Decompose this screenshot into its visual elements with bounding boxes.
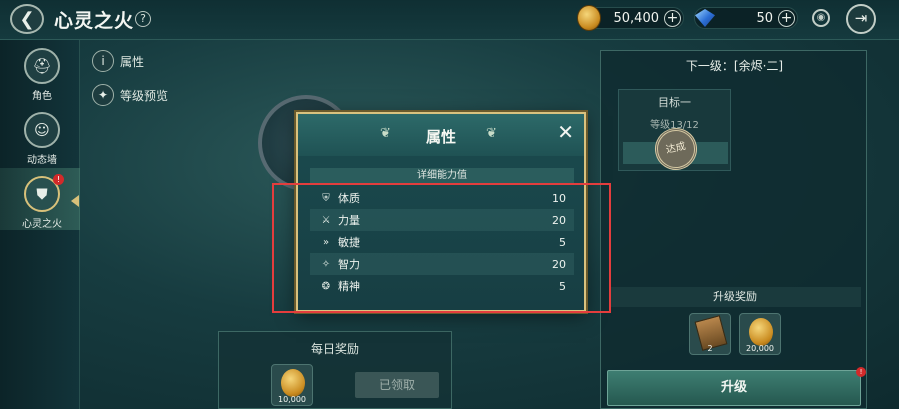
- next-level-title: 下一级：[余烬·二]: [685, 59, 784, 73]
- upgrade-button[interactable]: 升级: [607, 370, 861, 406]
- stat-value: 5: [559, 279, 566, 293]
- add-gold-button[interactable]: +: [664, 10, 681, 27]
- daily-reward-title: 每日奖励: [310, 342, 359, 356]
- attributes-modal: ❦ 属性 ❦ ✕ 详细能力值 ⛨ 体质 10 ⚔ 力量 20 » 敏捷 5 ✧ …: [296, 112, 586, 312]
- daily-reward-item[interactable]: 10,000: [271, 364, 313, 406]
- sidebar-item-heart-fire[interactable]: ⛊ ! 心灵之火: [14, 174, 70, 234]
- daily-reward-panel: 每日奖励 10,000 已领取: [218, 331, 452, 409]
- sidebar-item-label: 心灵之火: [22, 219, 62, 230]
- next-level-panel: 下一级：[余烬·二] 目标一 等级13/12 达成 升级奖励 2 20,000: [600, 50, 867, 409]
- boot-icon: »: [322, 236, 330, 248]
- reward-value: 2: [707, 344, 713, 353]
- stat-row-constitution: ⛨ 体质 10: [310, 187, 574, 209]
- reward-title: 升级奖励: [609, 287, 861, 307]
- stat-name: 敏捷: [338, 236, 360, 249]
- sidebar-item-role[interactable]: ⛑ 角色: [14, 48, 70, 106]
- sidebar-item-label: 动态墙: [27, 155, 57, 166]
- section-header: 详细能力值: [310, 168, 574, 184]
- gem-currency: 50 +: [694, 7, 798, 29]
- sparkle-icon: ✧: [321, 258, 331, 270]
- shield-icon: ⛨: [322, 192, 330, 204]
- stat-name: 智力: [338, 258, 360, 271]
- attributes-link[interactable]: i 属性: [92, 50, 144, 72]
- exit-button[interactable]: ⇥: [846, 4, 876, 34]
- stat-row-agility: » 敏捷 5: [310, 231, 574, 253]
- level-preview-link[interactable]: ✦ 等级预览: [92, 84, 168, 106]
- modal-title: 属性: [425, 128, 456, 146]
- goal-label: 目标一: [658, 96, 691, 109]
- modal-header: ❦ 属性 ❦ ✕: [298, 114, 584, 156]
- level-preview-label: 等级预览: [120, 88, 169, 103]
- stat-row-strength: ⚔ 力量 20: [310, 209, 574, 231]
- chat-icon: ☺: [24, 112, 60, 148]
- leaf-ornament-icon: ❦: [486, 126, 497, 141]
- page-title: 心灵之火: [54, 10, 135, 32]
- goal-card: 目标一 等级13/12 达成: [618, 89, 731, 174]
- sidebar: ⛑ 角色 ☺ 动态墙 ⛊ ! 心灵之火: [0, 40, 80, 409]
- stat-value: 20: [552, 213, 566, 227]
- stat-row-spirit: ❂ 精神 5: [310, 275, 574, 297]
- stat-name: 力量: [338, 214, 360, 227]
- sidebar-item-label: 角色: [32, 91, 52, 102]
- stat-value: 20: [552, 257, 566, 271]
- notification-badge: !: [856, 367, 866, 377]
- info-icon: i: [92, 50, 114, 72]
- help-icon[interactable]: ?: [135, 11, 151, 27]
- reward-item[interactable]: 2: [689, 313, 731, 355]
- gold-coin-icon: [281, 369, 305, 397]
- sidebar-item-feed[interactable]: ☺ 动态墙: [14, 112, 70, 170]
- notification-badge: !: [53, 174, 64, 185]
- exit-icon: ⇥: [854, 9, 868, 27]
- gold-currency: 50,400 +: [577, 5, 684, 31]
- reward-value: 10,000: [278, 395, 306, 404]
- reward-item[interactable]: 20,000: [739, 313, 781, 355]
- compass-icon: ✦: [92, 84, 114, 106]
- completed-stamp: 达成: [651, 124, 701, 174]
- claimed-button[interactable]: 已领取: [355, 372, 439, 398]
- spirit-icon: ❂: [321, 280, 331, 292]
- gem-icon: [695, 9, 715, 27]
- arrow-left-icon: ❮: [19, 8, 35, 30]
- back-button[interactable]: ❮: [10, 4, 44, 34]
- top-bar: ❮ 心灵之火 ? 50,400 + 50 + ◉ ⇥: [0, 0, 899, 40]
- stat-name: 精神: [338, 280, 360, 293]
- gem-value: 50: [756, 11, 773, 26]
- gold-coin-icon: [577, 5, 601, 31]
- target-icon[interactable]: ◉: [812, 9, 830, 27]
- stat-value: 10: [552, 191, 566, 205]
- attributes-label: 属性: [120, 54, 145, 69]
- sword-icon: ⚔: [321, 214, 331, 226]
- helmet-icon: ⛑: [24, 48, 60, 84]
- stat-row-intelligence: ✧ 智力 20: [310, 253, 574, 275]
- gold-value: 50,400: [613, 11, 660, 26]
- active-arrow-icon: [71, 195, 79, 207]
- stat-name: 体质: [338, 192, 360, 205]
- stat-value: 5: [559, 235, 566, 249]
- close-button[interactable]: ✕: [557, 120, 574, 144]
- add-gem-button[interactable]: +: [778, 10, 795, 27]
- reward-value: 20,000: [746, 344, 774, 353]
- gold-coin-icon: [749, 318, 773, 346]
